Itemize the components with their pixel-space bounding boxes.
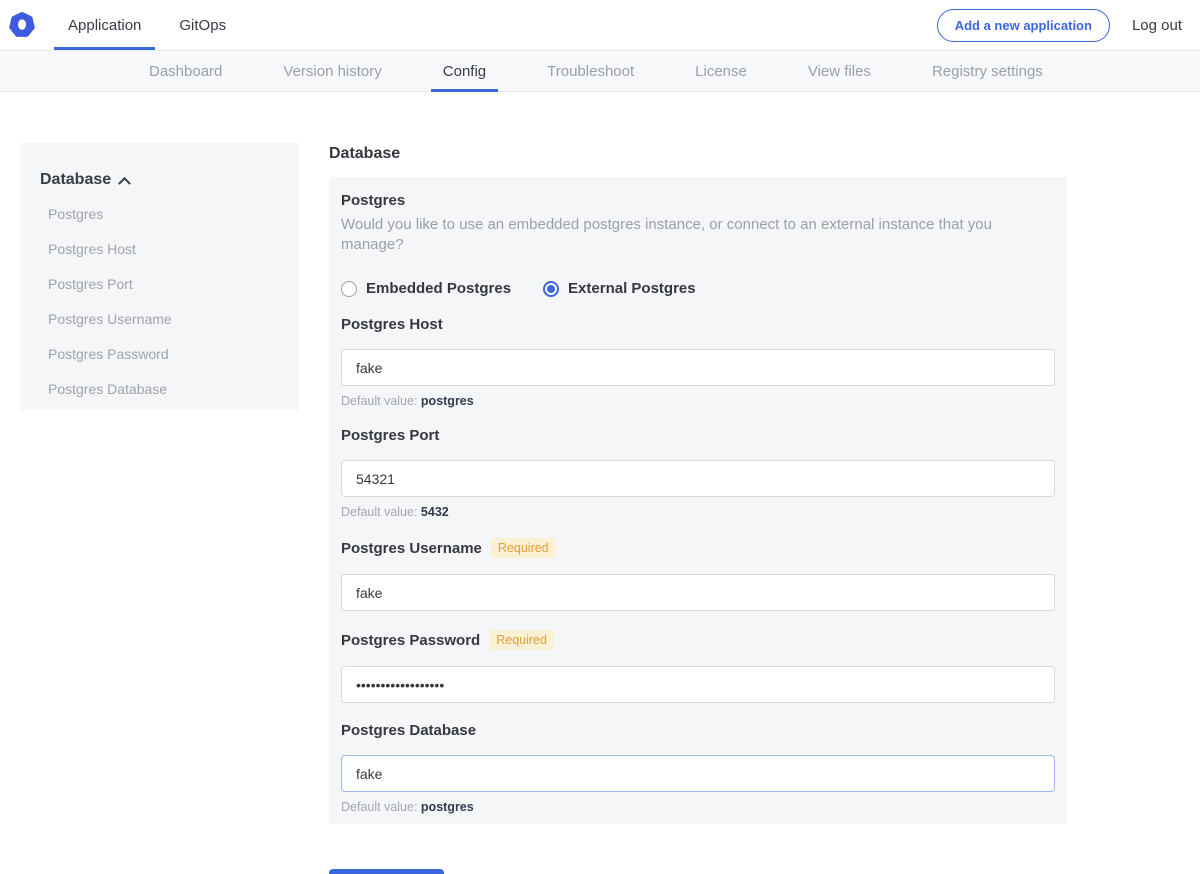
field-label: Postgres Username [341,540,482,557]
postgres-port-input[interactable] [341,460,1055,497]
field-postgres-password: Postgres Password Required [341,630,1055,703]
tab-gitops-label: GitOps [179,17,226,34]
group-label: Postgres [341,192,1055,209]
subnav-item-config[interactable]: Config [443,51,486,91]
sidebar-item-postgres-username[interactable]: Postgres Username [40,312,279,326]
field-postgres-host: Postgres Host Default value: postgres [341,316,1055,408]
subnav-item-troubleshoot[interactable]: Troubleshoot [547,51,634,91]
postgres-password-input[interactable] [341,666,1055,703]
postgres-radio-group: Embedded Postgres External Postgres [341,280,1055,297]
tab-application-label: Application [68,17,141,34]
save-config-button[interactable]: Save config [329,869,444,874]
top-tabs: Application GitOps [68,0,264,50]
postgres-username-input[interactable] [341,574,1055,611]
sidebar-item-postgres-port[interactable]: Postgres Port [40,277,279,291]
sidebar-item-postgres-database[interactable]: Postgres Database [40,382,279,396]
required-badge: Required [489,630,554,650]
chevron-up-icon [118,176,131,189]
app-logo-icon[interactable] [9,12,35,38]
sidebar-group-title: Database [40,171,111,189]
subnav-item-registry-settings[interactable]: Registry settings [932,51,1043,91]
field-postgres-port: Postgres Port Default value: 5432 [341,427,1055,519]
content-area: Database Postgres Postgres Host Postgres… [0,143,1200,874]
tab-application[interactable]: Application [68,0,141,50]
radio-embedded-postgres[interactable]: Embedded Postgres [341,280,511,297]
postgres-host-input[interactable] [341,349,1055,386]
radio-embedded-label: Embedded Postgres [366,280,511,297]
group-help-text: Would you like to use an embedded postgr… [341,215,1055,255]
field-label: Postgres Host [341,316,443,333]
header-right: Add a new application Log out [937,9,1182,42]
field-label: Postgres Port [341,427,439,444]
field-postgres-database: Postgres Database Default value: postgre… [341,722,1055,814]
subnav-item-license[interactable]: License [695,51,747,91]
subnav-item-view-files[interactable]: View files [808,51,871,91]
sidebar-item-postgres-password[interactable]: Postgres Password [40,347,279,361]
field-postgres-username: Postgres Username Required [341,538,1055,611]
top-header: Application GitOps Add a new application… [0,0,1200,51]
radio-circle-icon[interactable] [341,281,357,297]
radio-external-label: External Postgres [568,280,696,297]
sidebar-group-database[interactable]: Database [40,171,279,189]
active-tab-underline [54,47,155,50]
app-subnav: Dashboard Version history Config Trouble… [0,51,1200,92]
radio-external-postgres[interactable]: External Postgres [543,280,696,297]
default-value-hint: Default value: 5432 [341,505,1055,519]
sidebar-item-postgres-host[interactable]: Postgres Host [40,242,279,256]
logout-link[interactable]: Log out [1132,17,1182,34]
subnav-item-version-history[interactable]: Version history [283,51,381,91]
field-label: Postgres Database [341,722,476,739]
add-application-button[interactable]: Add a new application [937,9,1110,42]
default-value-hint: Default value: postgres [341,394,1055,408]
postgres-database-input[interactable] [341,755,1055,792]
default-value-hint: Default value: postgres [341,800,1055,814]
field-label: Postgres Password [341,632,480,649]
required-badge: Required [491,538,556,558]
tab-gitops[interactable]: GitOps [179,0,226,50]
subnav-item-dashboard[interactable]: Dashboard [149,51,222,91]
radio-circle-checked-icon[interactable] [543,281,559,297]
config-group-postgres: Postgres Would you like to use an embedd… [341,192,1055,297]
sidebar-item-postgres[interactable]: Postgres [40,207,279,221]
config-sidebar: Database Postgres Postgres Host Postgres… [20,143,299,410]
config-main: Database Postgres Would you like to use … [329,143,1067,874]
page-title: Database [329,145,1067,163]
config-panel: Postgres Would you like to use an embedd… [329,177,1067,824]
